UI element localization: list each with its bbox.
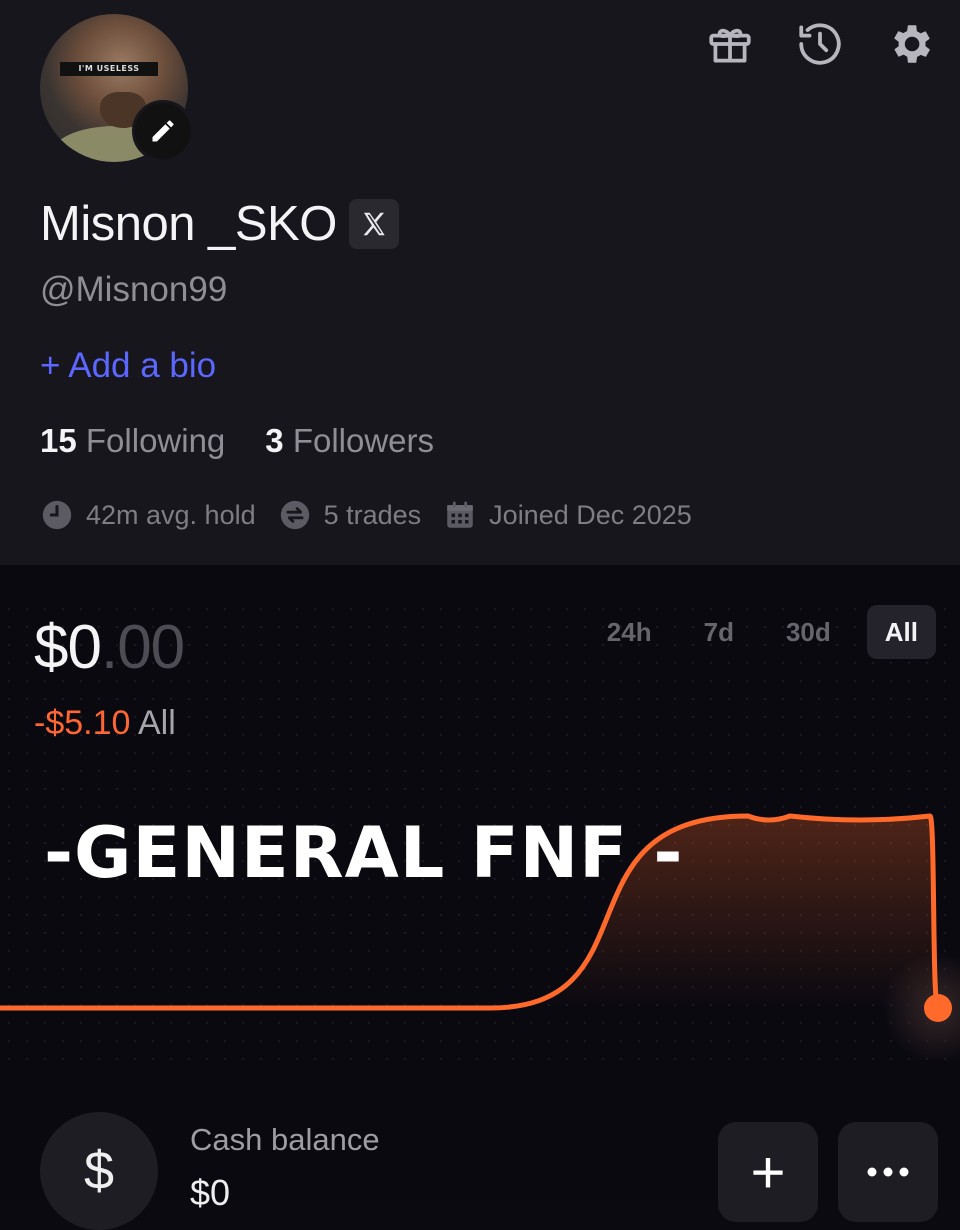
add-bio-link[interactable]: + Add a bio — [40, 346, 216, 386]
x-logo-icon — [363, 212, 385, 236]
calendar-icon — [447, 501, 473, 528]
ellipsis-icon — [867, 1167, 909, 1177]
pnl-value: -$5.10 — [34, 704, 131, 742]
edit-avatar-button[interactable] — [132, 100, 194, 162]
history-button[interactable] — [794, 18, 846, 70]
range-all[interactable]: All — [866, 605, 936, 659]
join-date: Joined Dec 2025 — [443, 498, 692, 532]
cash-balance-label: Cash balance — [190, 1122, 380, 1157]
following-count: 15 — [40, 422, 77, 459]
following-label: Following — [85, 422, 226, 459]
range-30d[interactable]: 30d — [760, 605, 857, 659]
gear-icon — [894, 25, 930, 63]
more-options-button[interactable] — [838, 1122, 938, 1222]
history-icon — [799, 23, 841, 65]
display-name: Misnon _SKO — [40, 197, 337, 251]
range-selector: 24h 7d 30d All — [581, 605, 936, 659]
followers-link[interactable]: 3 Followers — [265, 422, 434, 460]
overlay-caption: -GENERAL FNF - — [44, 812, 684, 894]
settings-button[interactable] — [884, 18, 936, 70]
gift-button[interactable] — [704, 18, 756, 70]
pnl-chart[interactable] — [0, 760, 960, 1060]
followers-count: 3 — [265, 422, 284, 459]
pnl: -$5.10 All — [34, 704, 176, 743]
avg-hold-text: 42m avg. hold — [86, 499, 256, 530]
user-handle: @Misnon99 — [40, 270, 228, 309]
x-link-button[interactable] — [348, 199, 399, 249]
header-actions — [704, 18, 936, 70]
portfolio-value-int: $0 — [34, 613, 102, 682]
deposit-button[interactable]: + — [718, 1122, 818, 1222]
avatar-band-text: I'M USELESS — [60, 62, 158, 76]
portfolio-value: $0.00 — [34, 612, 185, 683]
cash-icon: $ — [40, 1112, 158, 1230]
portfolio-value-dec: .00 — [100, 613, 185, 682]
follow-stats: 15 Following 3 Followers — [40, 422, 434, 460]
join-date-text: Joined Dec 2025 — [489, 499, 692, 530]
avg-hold: 42m avg. hold — [40, 498, 256, 532]
chart-endpoint-dot — [924, 994, 952, 1022]
followers-label: Followers — [292, 422, 435, 459]
gift-icon — [709, 28, 751, 63]
clock-icon — [42, 500, 72, 530]
range-7d[interactable]: 7d — [678, 605, 760, 659]
pnl-period: All — [137, 704, 176, 742]
range-24h[interactable]: 24h — [581, 605, 678, 659]
trade-count-text: 5 trades — [323, 499, 422, 530]
pencil-icon — [152, 120, 174, 142]
swap-icon — [280, 500, 309, 530]
cash-balance-value: $0 — [190, 1172, 231, 1213]
name-row: Misnon _SKO — [40, 196, 399, 252]
following-link[interactable]: 15 Following — [40, 422, 225, 460]
profile-meta: 42m avg. hold 5 trades Joined Dec 2025 — [40, 498, 692, 532]
trade-count: 5 trades — [278, 498, 422, 532]
